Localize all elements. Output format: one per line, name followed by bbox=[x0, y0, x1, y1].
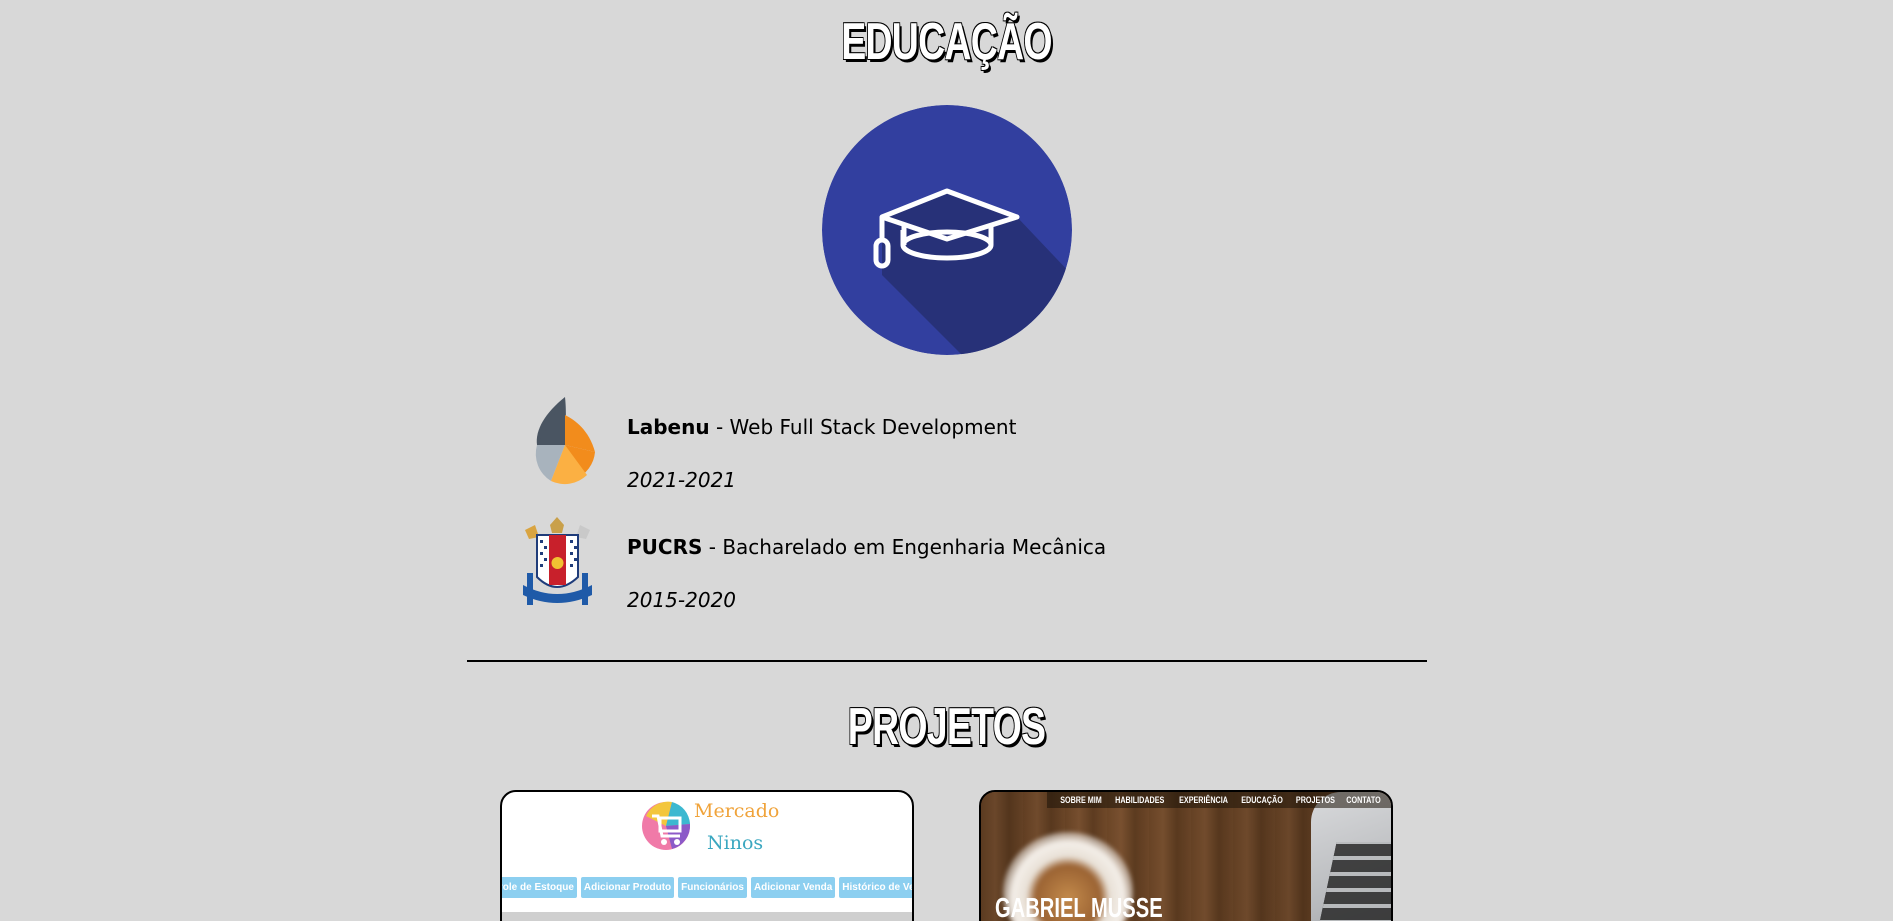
labenu-logo-icon bbox=[515, 395, 600, 495]
preview-nav-education: EDUCAÇÃO bbox=[1241, 795, 1284, 805]
education-item-title: Labenu - Web Full Stack Development bbox=[627, 415, 1016, 439]
institution-name: PUCRS bbox=[627, 535, 703, 559]
education-period: 2015-2020 bbox=[627, 588, 737, 612]
education-item-title: PUCRS - Bacharelado em Engenharia Mecâni… bbox=[627, 535, 1106, 559]
project-card-mercado-ninos[interactable]: Mercado Ninos Controle de Estoque Adicio… bbox=[500, 790, 914, 921]
preview-nav-skills: HABILIDADES bbox=[1115, 795, 1165, 805]
course-name: Bacharelado em Engenharia Mecânica bbox=[722, 535, 1107, 559]
shopping-cart-logo-icon bbox=[642, 801, 691, 850]
mercado-nav-stock: Controle de Estoque bbox=[502, 877, 577, 898]
institution-name: Labenu bbox=[627, 415, 710, 439]
education-item-labenu: Labenu - Web Full Stack Development 2021… bbox=[515, 395, 1215, 495]
pucrs-crest-icon bbox=[515, 515, 600, 615]
projects-title: PROJETOS bbox=[847, 698, 1046, 756]
course-name: Web Full Stack Development bbox=[729, 415, 1017, 439]
preview-nav-experience: EXPERIÊNCIA bbox=[1179, 795, 1229, 805]
mercado-nav-add-product: Adicionar Produto bbox=[580, 877, 675, 898]
project-card-portfolio[interactable]: SOBRE MIM HABILIDADES EXPERIÊNCIA EDUCAÇ… bbox=[979, 790, 1393, 921]
graduation-cap-icon bbox=[822, 105, 1072, 355]
mercado-nav-employees: Funcionários bbox=[678, 877, 747, 898]
preview-name-heading: GABRIEL MUSSE bbox=[995, 892, 1163, 921]
mercado-nav-sales-history: Histórico de Vendas bbox=[839, 877, 912, 898]
preview-nav-about: SOBRE MIM bbox=[1060, 795, 1102, 805]
laptop-image bbox=[1311, 792, 1391, 921]
mercado-content-area bbox=[502, 912, 912, 921]
title-separator: - bbox=[702, 535, 723, 559]
laptop-keyboard bbox=[1313, 842, 1391, 921]
portfolio-page: EDUCAÇÃO Labenu - Web Full Stack Develop… bbox=[0, 0, 1893, 921]
portfolio-preview-nav: SOBRE MIM HABILIDADES EXPERIÊNCIA EDUCAÇ… bbox=[1047, 792, 1391, 808]
mercado-nav-add-sale: Adicionar Venda bbox=[750, 877, 836, 898]
title-separator: - bbox=[709, 415, 730, 439]
preview-nav-contact: CONTATO bbox=[1346, 795, 1381, 805]
mercado-ninos-logo: Mercado Ninos bbox=[642, 796, 782, 856]
mercado-logo-line1: Mercado bbox=[694, 800, 780, 822]
education-item-pucrs: PUCRS - Bacharelado em Engenharia Mecâni… bbox=[515, 515, 1215, 615]
section-divider bbox=[467, 660, 1427, 662]
education-title: EDUCAÇÃO bbox=[841, 13, 1052, 71]
education-period: 2021-2021 bbox=[627, 468, 737, 492]
mercado-logo-line2: Ninos bbox=[707, 832, 764, 854]
preview-nav-projects: PROJETOS bbox=[1295, 795, 1335, 805]
mercado-nav: Controle de Estoque Adicionar Produto Fu… bbox=[502, 877, 912, 898]
